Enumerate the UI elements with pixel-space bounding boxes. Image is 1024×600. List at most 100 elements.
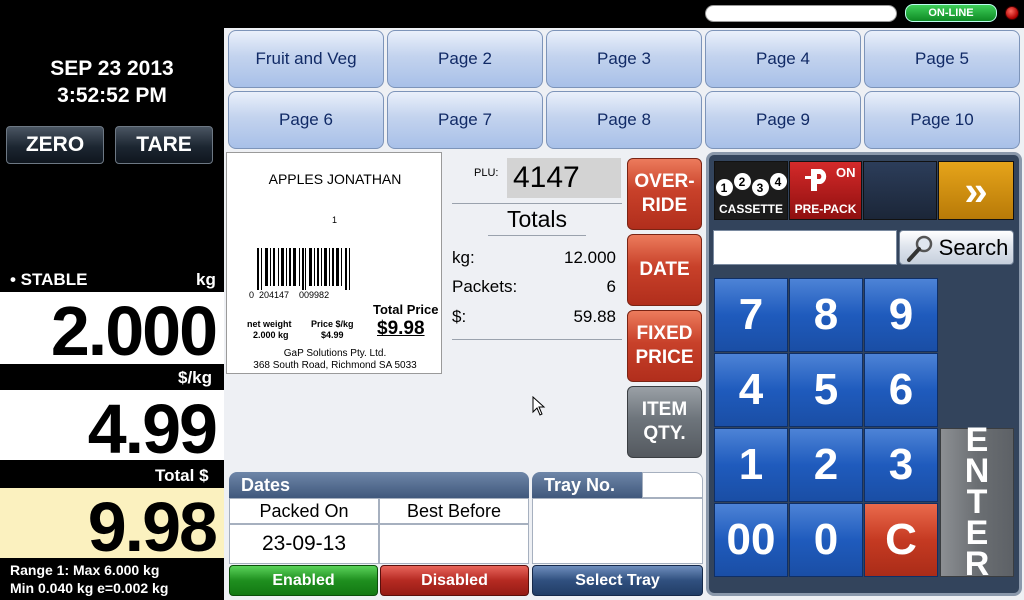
- totals-kg-value: 12.000: [564, 248, 616, 267]
- tab-fruit-and-veg[interactable]: Fruit and Veg: [228, 30, 384, 88]
- search-button[interactable]: Search: [899, 230, 1014, 265]
- time-display: 3:52:52 PM: [57, 84, 167, 107]
- key-0[interactable]: 0: [789, 503, 863, 577]
- key-1[interactable]: 1: [714, 428, 788, 502]
- plu-search-input[interactable]: [713, 230, 897, 265]
- price-per-kg-value: $4.99: [321, 330, 344, 340]
- totals-packets-value: 6: [606, 277, 616, 296]
- unit-price-readout: 4.99: [0, 390, 224, 468]
- tare-button[interactable]: TARE: [115, 126, 213, 164]
- totals-divider-bottom: [452, 339, 622, 340]
- tab-page-4[interactable]: Page 4: [705, 30, 861, 88]
- top-search-field[interactable]: [705, 5, 897, 22]
- tab-page-8[interactable]: Page 8: [546, 91, 702, 149]
- fixed-price-label-line1: FIXED: [636, 323, 693, 344]
- tab-page-10[interactable]: Page 10: [864, 91, 1020, 149]
- online-status-badge: ON-LINE: [905, 4, 997, 22]
- tab-page-6[interactable]: Page 6: [228, 91, 384, 149]
- weight-unit-label: kg: [196, 270, 216, 289]
- totals-title-underline: [488, 235, 586, 236]
- packed-on-header: Packed On: [229, 498, 379, 524]
- total-readout: 9.98: [0, 488, 224, 566]
- forward-button[interactable]: »: [938, 161, 1014, 220]
- total-price-label: Total Price: [373, 302, 439, 317]
- total-price-value: $9.98: [377, 318, 425, 339]
- status-led-icon: [1005, 6, 1019, 20]
- key-7[interactable]: 7: [714, 278, 788, 352]
- plu-field[interactable]: 4147: [507, 158, 621, 198]
- fixed-price-label-line2: PRICE: [635, 347, 694, 368]
- cassette-digit-1: 1: [715, 179, 733, 196]
- dates-header: Dates: [229, 472, 529, 498]
- tab-page-2[interactable]: Page 2: [387, 30, 543, 88]
- total-label: Total $: [155, 466, 209, 485]
- key-4[interactable]: 4: [714, 353, 788, 427]
- key-5[interactable]: 5: [789, 353, 863, 427]
- tab-page-3[interactable]: Page 3: [546, 30, 702, 88]
- weight-readout: 2.000: [0, 292, 224, 370]
- range-info-line1: Range 1: Max 6.000 kg: [10, 562, 160, 578]
- date-display: SEP 23 2013: [50, 57, 174, 80]
- key-9[interactable]: 9: [864, 278, 938, 352]
- key-00[interactable]: 00: [714, 503, 788, 577]
- top-bar: ON-LINE: [224, 0, 1024, 28]
- enter-letter-r: R: [964, 545, 990, 583]
- net-weight-label: net weight: [247, 319, 292, 329]
- totals-kg-label: kg:: [452, 248, 475, 267]
- stable-indicator: • STABLE: [10, 270, 88, 289]
- search-icon: [906, 235, 932, 262]
- company-name: GaP Solutions Pty. Ltd.: [283, 348, 387, 359]
- cassette-digit-3: 3: [751, 179, 769, 196]
- range-info-line2: Min 0.040 kg e=0.002 kg: [10, 580, 169, 596]
- left-panel: SEP 23 2013 3:52:52 PM ZERO TARE • STABL…: [0, 0, 224, 600]
- price-per-kg-label: Price $/kg: [311, 319, 354, 329]
- disabled-button[interactable]: Disabled: [380, 565, 529, 596]
- totals-packets-label: Packets:: [452, 277, 518, 296]
- prepack-on-indicator: ON: [836, 165, 856, 180]
- item-qty-label-line1: ITEM: [641, 399, 688, 420]
- cassette-digits: 1 2 3 4: [715, 173, 787, 196]
- tab-page-7[interactable]: Page 7: [387, 91, 543, 149]
- key-clear[interactable]: C: [864, 503, 938, 577]
- label-preview: APPLES JONATHAN 1 0 204147 009982 net we…: [226, 152, 442, 374]
- plu-label: PLU:: [474, 167, 499, 179]
- cassette-label: CASSETTE: [718, 202, 783, 216]
- enabled-button[interactable]: Enabled: [229, 565, 378, 596]
- totals-dollars-label: $:: [452, 307, 467, 326]
- enter-key[interactable]: E N T E R: [940, 423, 1014, 583]
- label-product-name: APPLES JONATHAN: [268, 171, 402, 187]
- override-button[interactable]: OVER- RIDE: [627, 158, 702, 230]
- scale-app-window: SEP 23 2013 3:52:52 PM ZERO TARE • STABL…: [0, 0, 1024, 600]
- tab-page-9[interactable]: Page 9: [705, 91, 861, 149]
- item-qty-label-line2: QTY.: [643, 423, 686, 444]
- cassette-digit-4: 4: [769, 173, 787, 190]
- packed-on-field[interactable]: 23-09-13: [229, 524, 379, 564]
- key-6[interactable]: 6: [864, 353, 938, 427]
- best-before-field[interactable]: [379, 524, 529, 564]
- key-8[interactable]: 8: [789, 278, 863, 352]
- zero-button[interactable]: ZERO: [6, 126, 104, 164]
- cassette-button[interactable]: 1 2 3 4 CASSETTE: [714, 161, 788, 220]
- override-label-line1: OVER-: [634, 171, 695, 192]
- select-tray-button[interactable]: Select Tray: [532, 565, 703, 596]
- prepack-p-icon: [805, 169, 827, 191]
- barcode-digits: 0 204147 009982: [249, 290, 330, 300]
- tray-number-field[interactable]: [642, 472, 703, 498]
- prepack-label: PRE-PACK: [794, 202, 857, 216]
- totals-divider-top: [452, 203, 622, 204]
- best-before-header: Best Before: [379, 498, 529, 524]
- tab-page-5[interactable]: Page 5: [864, 30, 1020, 88]
- prepack-button[interactable]: ON PRE-PACK: [789, 161, 862, 220]
- cassette-digit-2: 2: [733, 173, 751, 190]
- totals-dollars-value: 59.88: [573, 307, 616, 326]
- item-qty-button[interactable]: ITEM QTY.: [627, 386, 702, 458]
- fixed-price-button[interactable]: FIXED PRICE: [627, 310, 702, 382]
- key-2[interactable]: 2: [789, 428, 863, 502]
- tray-content-area: [532, 498, 703, 564]
- date-button[interactable]: DATE: [627, 234, 702, 306]
- tray-header: Tray No.: [532, 472, 642, 498]
- key-3[interactable]: 3: [864, 428, 938, 502]
- search-button-label: Search: [938, 234, 1009, 260]
- unit-price-label: $/kg: [178, 368, 213, 387]
- override-label-line2: RIDE: [641, 195, 688, 216]
